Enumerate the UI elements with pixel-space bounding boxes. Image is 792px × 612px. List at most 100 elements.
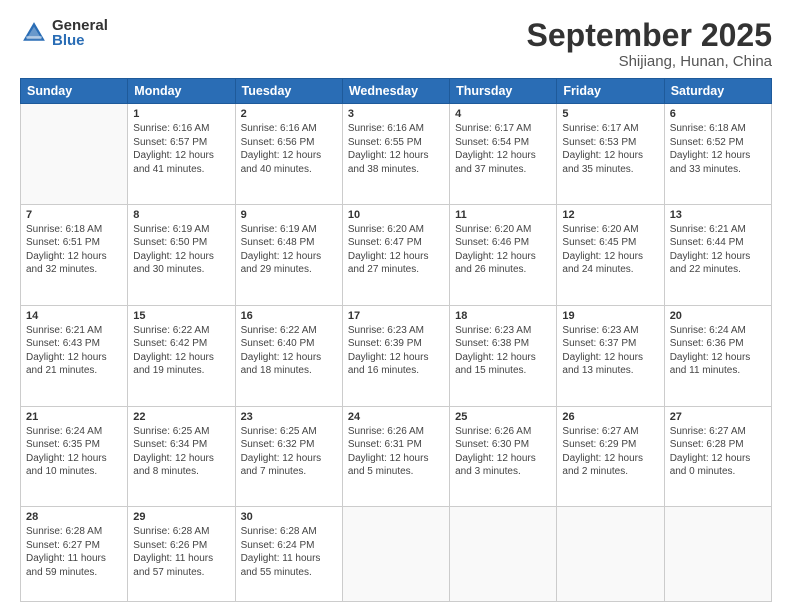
logo-text: General Blue <box>52 18 108 48</box>
day-info: Sunrise: 6:23 AM Sunset: 6:37 PM Dayligh… <box>562 324 658 378</box>
calendar-cell <box>450 507 557 602</box>
calendar-cell <box>342 507 449 602</box>
calendar-cell: 20 Sunrise: 6:24 AM Sunset: 6:36 PM Dayli… <box>664 305 771 406</box>
day-number: 26 <box>562 411 658 423</box>
day-info: Sunrise: 6:20 AM Sunset: 6:47 PM Dayligh… <box>348 223 444 277</box>
page: General Blue September 2025 Shijiang, Hu… <box>0 0 792 612</box>
day-info: Sunrise: 6:28 AM Sunset: 6:27 PM Dayligh… <box>26 525 122 579</box>
day-info: Sunrise: 6:22 AM Sunset: 6:40 PM Dayligh… <box>241 324 337 378</box>
calendar-cell <box>557 507 664 602</box>
day-info: Sunrise: 6:16 AM Sunset: 6:55 PM Dayligh… <box>348 122 444 176</box>
day-info: Sunrise: 6:26 AM Sunset: 6:31 PM Dayligh… <box>348 425 444 479</box>
day-number: 5 <box>562 108 658 120</box>
day-number: 12 <box>562 209 658 221</box>
day-number: 18 <box>455 310 551 322</box>
calendar-cell: 6 Sunrise: 6:18 AM Sunset: 6:52 PM Daylig… <box>664 104 771 205</box>
day-number: 24 <box>348 411 444 423</box>
calendar-week-5: 28 Sunrise: 6:28 AM Sunset: 6:27 PM Dayli… <box>21 507 772 602</box>
calendar-cell: 15 Sunrise: 6:22 AM Sunset: 6:42 PM Dayli… <box>128 305 235 406</box>
calendar-week-1: 1Sunrise: 6:16 AM Sunset: 6:57 PM Daylig… <box>21 104 772 205</box>
calendar-cell: 29 Sunrise: 6:28 AM Sunset: 6:26 PM Dayli… <box>128 507 235 602</box>
day-info: Sunrise: 6:25 AM Sunset: 6:34 PM Dayligh… <box>133 425 229 479</box>
calendar-cell <box>664 507 771 602</box>
day-number: 30 <box>241 511 337 523</box>
day-info: Sunrise: 6:25 AM Sunset: 6:32 PM Dayligh… <box>241 425 337 479</box>
calendar-cell: 7 Sunrise: 6:18 AM Sunset: 6:51 PM Daylig… <box>21 204 128 305</box>
calendar-cell: 16Sunrise: 6:22 AM Sunset: 6:40 PM Dayli… <box>235 305 342 406</box>
calendar-cell: 2Sunrise: 6:16 AM Sunset: 6:56 PM Daylig… <box>235 104 342 205</box>
day-number: 15 <box>133 310 229 322</box>
day-info: Sunrise: 6:20 AM Sunset: 6:45 PM Dayligh… <box>562 223 658 277</box>
weekday-header-wednesday: Wednesday <box>342 79 449 104</box>
calendar-cell: 9 Sunrise: 6:19 AM Sunset: 6:48 PM Daylig… <box>235 204 342 305</box>
day-number: 22 <box>133 411 229 423</box>
calendar-cell: 30 Sunrise: 6:28 AM Sunset: 6:24 PM Dayli… <box>235 507 342 602</box>
calendar-cell: 10Sunrise: 6:20 AM Sunset: 6:47 PM Dayli… <box>342 204 449 305</box>
day-info: Sunrise: 6:24 AM Sunset: 6:36 PM Dayligh… <box>670 324 766 378</box>
day-number: 6 <box>670 108 766 120</box>
weekday-header-monday: Monday <box>128 79 235 104</box>
day-number: 23 <box>241 411 337 423</box>
calendar-cell: 14Sunrise: 6:21 AM Sunset: 6:43 PM Dayli… <box>21 305 128 406</box>
logo-general: General <box>52 18 108 33</box>
calendar-cell: 22 Sunrise: 6:25 AM Sunset: 6:34 PM Dayli… <box>128 406 235 507</box>
day-number: 25 <box>455 411 551 423</box>
day-number: 21 <box>26 411 122 423</box>
title-block: September 2025 Shijiang, Hunan, China <box>527 18 772 70</box>
day-info: Sunrise: 6:20 AM Sunset: 6:46 PM Dayligh… <box>455 223 551 277</box>
day-info: Sunrise: 6:18 AM Sunset: 6:51 PM Dayligh… <box>26 223 122 277</box>
logo-blue: Blue <box>52 33 108 48</box>
day-number: 9 <box>241 209 337 221</box>
day-number: 27 <box>670 411 766 423</box>
day-number: 28 <box>26 511 122 523</box>
day-number: 17 <box>348 310 444 322</box>
day-info: Sunrise: 6:22 AM Sunset: 6:42 PM Dayligh… <box>133 324 229 378</box>
day-info: Sunrise: 6:27 AM Sunset: 6:28 PM Dayligh… <box>670 425 766 479</box>
calendar-cell: 13Sunrise: 6:21 AM Sunset: 6:44 PM Dayli… <box>664 204 771 305</box>
calendar-cell: 3 Sunrise: 6:16 AM Sunset: 6:55 PM Daylig… <box>342 104 449 205</box>
logo-icon <box>20 19 48 47</box>
day-number: 7 <box>26 209 122 221</box>
day-info: Sunrise: 6:21 AM Sunset: 6:44 PM Dayligh… <box>670 223 766 277</box>
day-info: Sunrise: 6:23 AM Sunset: 6:39 PM Dayligh… <box>348 324 444 378</box>
calendar-cell: 21 Sunrise: 6:24 AM Sunset: 6:35 PM Dayli… <box>21 406 128 507</box>
calendar-cell: 24 Sunrise: 6:26 AM Sunset: 6:31 PM Dayli… <box>342 406 449 507</box>
calendar-cell: 23 Sunrise: 6:25 AM Sunset: 6:32 PM Dayli… <box>235 406 342 507</box>
calendar-cell: 8 Sunrise: 6:19 AM Sunset: 6:50 PM Daylig… <box>128 204 235 305</box>
day-info: Sunrise: 6:18 AM Sunset: 6:52 PM Dayligh… <box>670 122 766 176</box>
calendar-cell: 28 Sunrise: 6:28 AM Sunset: 6:27 PM Dayli… <box>21 507 128 602</box>
day-info: Sunrise: 6:26 AM Sunset: 6:30 PM Dayligh… <box>455 425 551 479</box>
day-info: Sunrise: 6:28 AM Sunset: 6:24 PM Dayligh… <box>241 525 337 579</box>
calendar-cell: 5Sunrise: 6:17 AM Sunset: 6:53 PM Daylig… <box>557 104 664 205</box>
calendar-cell: 25 Sunrise: 6:26 AM Sunset: 6:30 PM Dayli… <box>450 406 557 507</box>
day-number: 20 <box>670 310 766 322</box>
day-info: Sunrise: 6:24 AM Sunset: 6:35 PM Dayligh… <box>26 425 122 479</box>
day-info: Sunrise: 6:23 AM Sunset: 6:38 PM Dayligh… <box>455 324 551 378</box>
day-number: 29 <box>133 511 229 523</box>
day-number: 4 <box>455 108 551 120</box>
day-number: 11 <box>455 209 551 221</box>
calendar-cell: 18 Sunrise: 6:23 AM Sunset: 6:38 PM Dayli… <box>450 305 557 406</box>
day-number: 14 <box>26 310 122 322</box>
calendar-cell: 26 Sunrise: 6:27 AM Sunset: 6:29 PM Dayli… <box>557 406 664 507</box>
logo: General Blue <box>20 18 108 48</box>
day-info: Sunrise: 6:17 AM Sunset: 6:54 PM Dayligh… <box>455 122 551 176</box>
calendar-week-2: 7 Sunrise: 6:18 AM Sunset: 6:51 PM Daylig… <box>21 204 772 305</box>
calendar-week-4: 21 Sunrise: 6:24 AM Sunset: 6:35 PM Dayli… <box>21 406 772 507</box>
calendar-cell: 17 Sunrise: 6:23 AM Sunset: 6:39 PM Dayli… <box>342 305 449 406</box>
calendar-cell: 19Sunrise: 6:23 AM Sunset: 6:37 PM Dayli… <box>557 305 664 406</box>
day-info: Sunrise: 6:19 AM Sunset: 6:48 PM Dayligh… <box>241 223 337 277</box>
calendar-table: SundayMondayTuesdayWednesdayThursdayFrid… <box>20 78 772 602</box>
day-number: 8 <box>133 209 229 221</box>
weekday-header-thursday: Thursday <box>450 79 557 104</box>
day-number: 3 <box>348 108 444 120</box>
day-info: Sunrise: 6:28 AM Sunset: 6:26 PM Dayligh… <box>133 525 229 579</box>
calendar-week-3: 14Sunrise: 6:21 AM Sunset: 6:43 PM Dayli… <box>21 305 772 406</box>
weekday-header-tuesday: Tuesday <box>235 79 342 104</box>
weekday-header-saturday: Saturday <box>664 79 771 104</box>
header: General Blue September 2025 Shijiang, Hu… <box>20 18 772 70</box>
day-info: Sunrise: 6:19 AM Sunset: 6:50 PM Dayligh… <box>133 223 229 277</box>
day-info: Sunrise: 6:27 AM Sunset: 6:29 PM Dayligh… <box>562 425 658 479</box>
weekday-header-friday: Friday <box>557 79 664 104</box>
weekday-header-row: SundayMondayTuesdayWednesdayThursdayFrid… <box>21 79 772 104</box>
